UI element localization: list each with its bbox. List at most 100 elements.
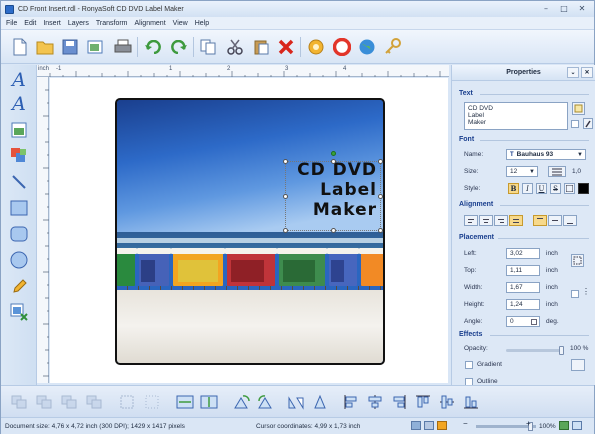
group-icon[interactable]: [117, 392, 137, 412]
send-backward-icon[interactable]: [84, 392, 104, 412]
resize-handle[interactable]: [378, 194, 383, 199]
menu-view[interactable]: View: [173, 20, 188, 27]
send-back-icon[interactable]: [34, 392, 54, 412]
ellipse-icon[interactable]: [8, 249, 30, 271]
align-right-button[interactable]: [494, 215, 508, 226]
underline-button[interactable]: U: [536, 183, 547, 194]
web-icon[interactable]: [356, 36, 378, 58]
position-button[interactable]: [571, 254, 584, 267]
cut-icon[interactable]: [224, 36, 246, 58]
resize-handle[interactable]: [331, 159, 336, 164]
line-icon[interactable]: [8, 171, 30, 193]
height-input[interactable]: 1,24: [506, 299, 540, 310]
menu-layers[interactable]: Layers: [68, 20, 89, 27]
zoom-out-icon[interactable]: −: [463, 419, 468, 428]
align-top-edges-icon[interactable]: [413, 392, 433, 412]
pencil-icon[interactable]: [8, 275, 30, 297]
ungroup-icon[interactable]: [142, 392, 162, 412]
align-justify-button[interactable]: [509, 215, 523, 226]
new-icon[interactable]: [9, 36, 31, 58]
line-spacing-button[interactable]: [548, 166, 566, 177]
rectangle-icon[interactable]: [8, 197, 30, 219]
maximize-button[interactable]: □: [556, 3, 572, 14]
font-size-select[interactable]: 12 ▼: [506, 166, 538, 177]
menu-insert[interactable]: Insert: [43, 20, 61, 27]
flip-vertical-icon[interactable]: [310, 392, 330, 412]
grid-icon[interactable]: [437, 421, 447, 430]
print-icon[interactable]: [112, 36, 134, 58]
menu-edit[interactable]: Edit: [24, 20, 36, 27]
align-middles-icon[interactable]: [437, 392, 457, 412]
font-color-swatch[interactable]: [578, 183, 589, 194]
align-left-edges-icon[interactable]: [341, 392, 361, 412]
panel-menu-button[interactable]: ⌄: [567, 67, 579, 78]
close-button[interactable]: ✕: [574, 3, 590, 14]
resize-handle[interactable]: [283, 228, 288, 233]
paste-icon[interactable]: [250, 36, 272, 58]
minimize-button[interactable]: –: [538, 3, 554, 14]
fit-width-icon[interactable]: [175, 392, 195, 412]
export-icon[interactable]: [85, 36, 107, 58]
gradient-checkbox[interactable]: [465, 361, 473, 369]
opacity-slider[interactable]: [506, 346, 564, 355]
image-icon[interactable]: [8, 119, 30, 141]
delete-icon[interactable]: [275, 36, 297, 58]
actual-size-icon[interactable]: [572, 421, 582, 430]
fit-height-icon[interactable]: [199, 392, 219, 412]
align-bottom-edges-icon[interactable]: [461, 392, 481, 412]
menu-transform[interactable]: Transform: [96, 20, 128, 27]
panel-close-button[interactable]: ✕: [581, 67, 593, 78]
undo-icon[interactable]: [142, 36, 164, 58]
resize-handle[interactable]: [378, 159, 383, 164]
flip-horizontal-icon[interactable]: [286, 392, 306, 412]
layers-icon[interactable]: [8, 145, 30, 167]
menu-help[interactable]: Help: [195, 20, 209, 27]
align-center-button[interactable]: [479, 215, 493, 226]
italic-button[interactable]: I: [522, 183, 533, 194]
keep-ratio-checkbox[interactable]: [571, 290, 579, 298]
text-more-button[interactable]: [583, 118, 593, 129]
gradient-settings-button[interactable]: [571, 359, 585, 371]
zoom-in-icon[interactable]: +: [526, 419, 531, 428]
fit-page-icon[interactable]: [559, 421, 569, 430]
save-icon[interactable]: [59, 36, 81, 58]
align-centers-icon[interactable]: [365, 392, 385, 412]
slider-thumb[interactable]: [559, 346, 564, 355]
open-icon[interactable]: [34, 36, 56, 58]
valign-bottom-button[interactable]: [563, 215, 577, 226]
rotate-handle[interactable]: [331, 151, 336, 156]
rotate-right-icon[interactable]: [256, 392, 276, 412]
strikethrough-button[interactable]: S: [550, 183, 561, 194]
curved-text-icon[interactable]: A: [8, 93, 30, 115]
bring-forward-icon[interactable]: [59, 392, 79, 412]
view-mode-icon[interactable]: [411, 421, 421, 430]
help-icon[interactable]: [331, 36, 353, 58]
left-input[interactable]: 3,02: [506, 248, 540, 259]
top-input[interactable]: 1,11: [506, 265, 540, 276]
text-apply-checkbox[interactable]: [571, 120, 579, 128]
font-name-select[interactable]: T Bauhaus 93 ▼: [506, 149, 586, 160]
copy-icon[interactable]: [197, 36, 219, 58]
text-icon[interactable]: A: [8, 69, 30, 91]
edit-text-button[interactable]: [572, 102, 585, 115]
image-frame-icon[interactable]: [8, 301, 30, 323]
label-artwork[interactable]: CD DVD Label Maker: [115, 98, 385, 365]
key-icon[interactable]: [382, 36, 404, 58]
menu-file[interactable]: File: [6, 20, 17, 27]
resize-handle[interactable]: [283, 159, 288, 164]
settings-icon[interactable]: [305, 36, 327, 58]
redo-icon[interactable]: [168, 36, 190, 58]
resize-handle[interactable]: [378, 228, 383, 233]
width-input[interactable]: 1,67: [506, 282, 540, 293]
resize-handle[interactable]: [283, 194, 288, 199]
bold-button[interactable]: B: [508, 183, 519, 194]
align-left-button[interactable]: [464, 215, 478, 226]
view-mode-icon[interactable]: [424, 421, 434, 430]
rounded-rectangle-icon[interactable]: [8, 223, 30, 245]
menu-alignment[interactable]: Alignment: [135, 20, 166, 27]
text-input[interactable]: CD DVD Label Maker: [464, 102, 568, 130]
bring-front-icon[interactable]: [9, 392, 29, 412]
angle-input[interactable]: 0: [506, 316, 540, 327]
align-right-edges-icon[interactable]: [389, 392, 409, 412]
valign-middle-button[interactable]: [548, 215, 562, 226]
